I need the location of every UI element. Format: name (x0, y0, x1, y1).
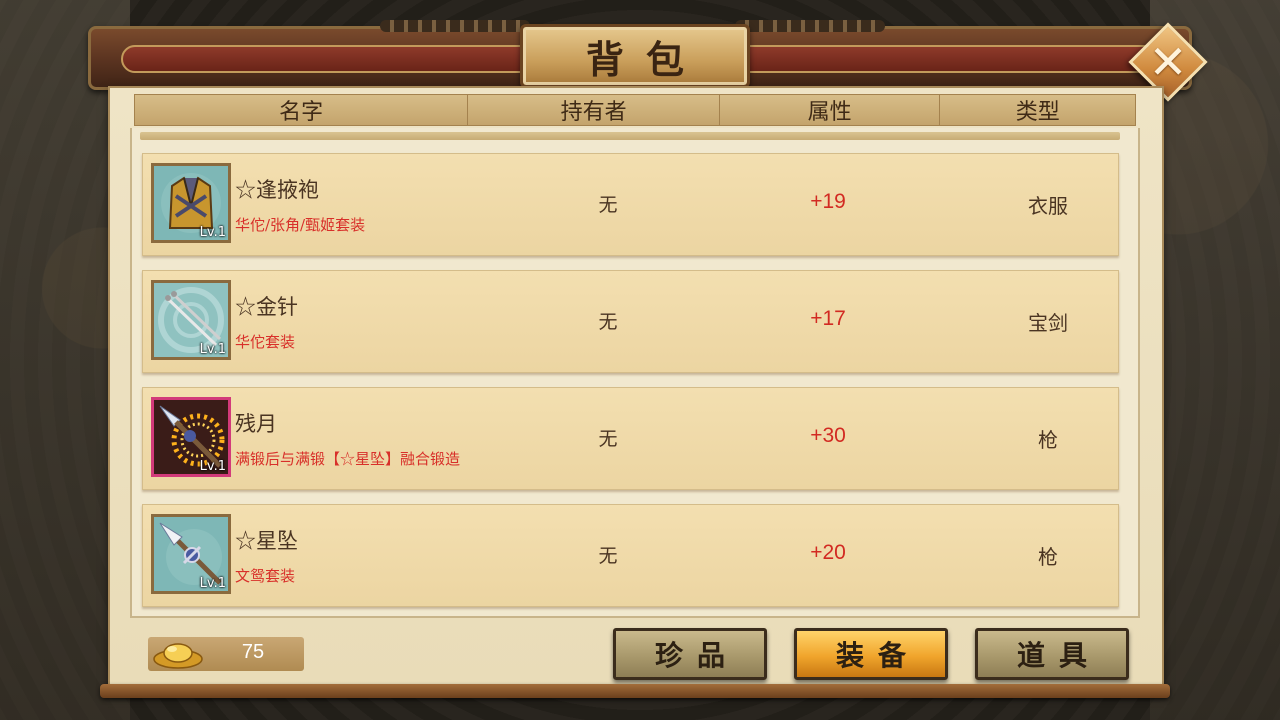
chain-decoration-left (380, 20, 530, 32)
tab-label: 道具 (1016, 639, 1101, 672)
item-name: ☆星坠 (235, 529, 298, 553)
item-owner: 无 (598, 545, 618, 567)
background-right-panel (1150, 0, 1280, 720)
currency-display: 75 (148, 637, 304, 671)
item-name: ☆金针 (235, 295, 298, 319)
list-item[interactable]: Lv.1 ☆金针 华佗套装 无 +17 宝剑 (142, 270, 1119, 373)
list-item[interactable]: Lv.1 ☆星坠 文鸳套装 无 +20 枪 (142, 504, 1119, 607)
item-level: Lv.1 (199, 342, 226, 357)
list-item[interactable]: Lv.1 残月 满锻后与满锻【☆星坠】融合锻造 无 +30 枪 (142, 387, 1119, 490)
item-level: Lv.1 (199, 576, 226, 591)
item-icon-slot[interactable]: Lv.1 (151, 280, 231, 360)
currency-value: 75 (241, 641, 265, 663)
item-attribute: +20 (810, 541, 846, 564)
item-owner: 无 (598, 194, 618, 216)
previous-row-edge (140, 132, 1120, 140)
item-set-info: 文鸳套装 (235, 567, 296, 585)
item-type: 枪 (1038, 428, 1058, 452)
panel-bottom-rod (100, 684, 1170, 698)
item-owner: 无 (598, 428, 618, 450)
tab-label: 装备 (835, 639, 920, 672)
item-name: 残月 (235, 412, 277, 436)
header-owner: 持有者 (468, 95, 720, 125)
item-set-info: 华佗/张角/甄姬套装 (235, 216, 366, 234)
header-name: 名字 (135, 95, 469, 125)
item-level: Lv.1 (199, 225, 226, 240)
item-set-info: 华佗套装 (235, 333, 296, 351)
tab-items[interactable]: 道具 (975, 628, 1129, 680)
tab-label: 珍品 (654, 639, 739, 672)
item-icon-slot[interactable]: Lv.1 (151, 163, 231, 243)
item-type: 枪 (1038, 545, 1058, 569)
item-icon-slot[interactable]: Lv.1 (151, 514, 231, 594)
tab-equipment[interactable]: 装备 (794, 628, 948, 680)
window-title: 背包 (585, 36, 706, 82)
item-attribute: +30 (810, 424, 846, 447)
header-attribute: 属性 (720, 95, 941, 125)
item-type: 宝剑 (1028, 311, 1068, 335)
item-attribute: +17 (810, 307, 846, 330)
item-name: ☆逢掖袍 (235, 178, 319, 202)
item-icon-slot[interactable]: Lv.1 (151, 397, 231, 477)
table-header: 名字 持有者 属性 类型 (134, 94, 1136, 126)
tab-treasures[interactable]: 珍品 (613, 628, 767, 680)
title-plaque: 背包 (520, 24, 750, 88)
item-type: 衣服 (1028, 194, 1068, 218)
item-attribute: +19 (810, 190, 846, 213)
chain-decoration-right (735, 20, 885, 32)
item-set-info: 满锻后与满锻【☆星坠】融合锻造 (235, 450, 461, 468)
header-type: 类型 (1015, 100, 1060, 125)
gold-ingot-icon (153, 643, 203, 669)
item-level: Lv.1 (199, 459, 226, 474)
item-owner: 无 (598, 311, 618, 333)
list-item[interactable]: Lv.1 ☆逢掖袍 华佗/张角/甄姬套装 无 +19 衣服 (142, 153, 1119, 256)
